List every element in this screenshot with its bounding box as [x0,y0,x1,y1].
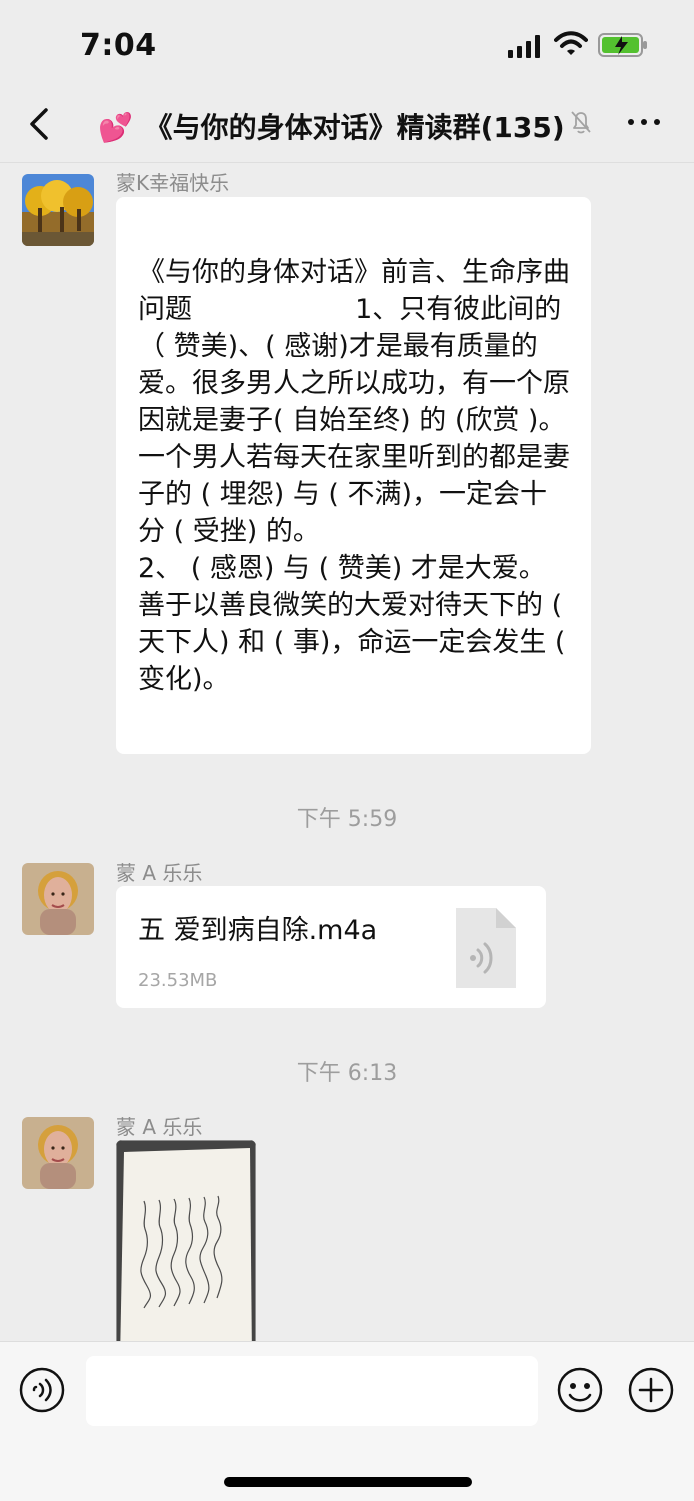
text-message-bubble[interactable]: 《与你的身体对话》前言、生命序曲 问题 1、只有彼此间的（ 赞美)、( 感谢)才… [116,197,591,754]
chat-messages[interactable]: 蒙K幸福快乐 《与你的身体对话》前言、生命序曲 问题 1、只有彼此间的（ 赞美)… [0,163,694,1341]
time-divider: 下午 6:13 [296,1061,398,1086]
avatar-autumn-trees[interactable] [22,174,94,246]
file-name: 五 爱到病自除.m4a [138,915,378,946]
mute-bell-icon [571,111,591,134]
status-time: 7:04 [80,28,157,63]
emoji-icon[interactable] [556,1366,604,1414]
add-icon[interactable] [627,1366,675,1414]
audio-file-message[interactable]: 五 爱到病自除.m4a 23.53MB [116,886,546,1008]
avatar-woman-blonde[interactable] [22,863,94,935]
file-size: 23.53MB [138,970,218,991]
message-input-bar [0,1341,694,1501]
home-indicator [224,1477,472,1487]
handwritten-note-image[interactable] [116,1140,256,1341]
more-options-icon[interactable] [626,108,662,136]
battery-charging-icon [598,33,647,57]
back-chevron-icon[interactable] [22,106,56,142]
signal-icon [508,35,540,58]
sender-name: 蒙 A 乐乐 [116,1115,203,1139]
sender-name: 蒙 A 乐乐 [116,861,203,885]
audio-file-icon [456,908,516,988]
group-name: 《与你的身体对话》精读群(135) [144,111,565,144]
chat-title[interactable]: 💕 《与你的身体对话》精读群(135) [98,106,565,146]
avatar-woman-blonde[interactable] [22,1117,94,1189]
time-divider: 下午 5:59 [296,807,398,832]
message-text: 《与你的身体对话》前言、生命序曲 问题 1、只有彼此间的（ 赞美)、( 感谢)才… [138,257,570,695]
chat-header: 💕 《与你的身体对话》精读群(135) [0,92,694,163]
voice-input-icon[interactable] [18,1366,66,1414]
message-input[interactable] [86,1356,538,1426]
status-bar: 7:04 [0,0,694,92]
sender-name: 蒙K幸福快乐 [116,171,230,195]
heart-emoji: 💕 [98,111,133,144]
wifi-icon [554,31,588,55]
